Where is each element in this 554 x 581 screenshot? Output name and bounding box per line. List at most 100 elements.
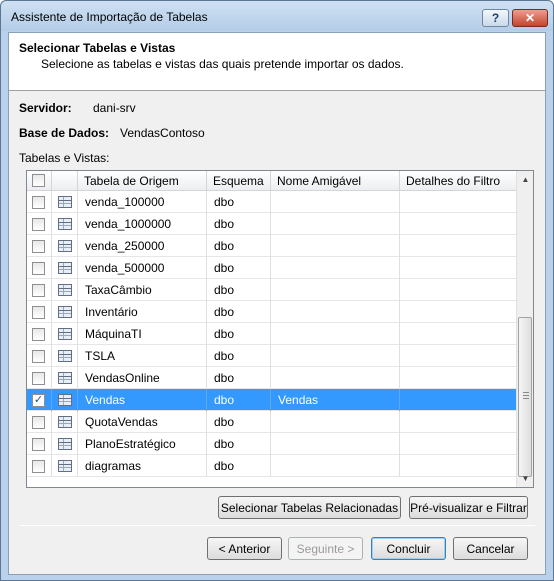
friendly-name-cell[interactable]	[271, 301, 400, 323]
source-table-cell: venda_500000	[78, 257, 207, 279]
grip-line	[523, 398, 529, 399]
preview-filter-label: Pré-visualizar e Filtrar	[410, 500, 527, 515]
close-button[interactable]: ✕	[512, 9, 548, 27]
page-title: Selecionar Tabelas e Vistas	[19, 41, 176, 55]
friendly-name-cell[interactable]	[271, 411, 400, 433]
row-checkbox[interactable]	[32, 196, 45, 209]
row-checkbox-cell	[27, 345, 52, 367]
table-row[interactable]: MáquinaTI dbo	[27, 323, 516, 345]
schema-cell: dbo	[207, 433, 271, 455]
help-button[interactable]: ?	[482, 9, 509, 27]
table-row[interactable]: QuotaVendas dbo	[27, 411, 516, 433]
filter-details-cell[interactable]	[400, 433, 516, 455]
scroll-up-icon[interactable]: ▲	[517, 171, 533, 188]
filter-details-cell[interactable]	[400, 323, 516, 345]
column-header-source[interactable]: Tabela de Origem	[78, 171, 207, 191]
source-table-cell: TSLA	[78, 345, 207, 367]
tables-grid[interactable]: Tabela de Origem Esquema Nome Amigável D…	[26, 170, 534, 488]
source-table-cell: diagramas	[78, 455, 207, 477]
scroll-thumb[interactable]	[518, 317, 532, 477]
row-checkbox-cell	[27, 213, 52, 235]
schema-cell: dbo	[207, 455, 271, 477]
select-all-checkbox[interactable]	[32, 174, 45, 187]
table-row[interactable]: PlanoEstratégico dbo	[27, 433, 516, 455]
filter-details-cell[interactable]	[400, 213, 516, 235]
source-table-cell: Vendas	[78, 389, 207, 411]
vertical-scrollbar[interactable]: ▲ ▼	[516, 171, 533, 487]
row-checkbox[interactable]	[32, 350, 45, 363]
table-icon	[58, 262, 72, 274]
friendly-name-cell[interactable]	[271, 433, 400, 455]
server-label: Servidor:	[19, 101, 72, 115]
column-header-friendly-name[interactable]: Nome Amigável	[271, 171, 400, 191]
row-checkbox-cell	[27, 367, 52, 389]
row-checkbox[interactable]	[32, 372, 45, 385]
table-row[interactable]: venda_500000 dbo	[27, 257, 516, 279]
row-checkbox[interactable]	[32, 284, 45, 297]
row-checkbox[interactable]	[32, 218, 45, 231]
table-row[interactable]: diagramas dbo	[27, 455, 516, 477]
friendly-name-cell[interactable]	[271, 455, 400, 477]
grip-line	[523, 395, 529, 396]
filter-details-cell[interactable]	[400, 279, 516, 301]
row-checkbox[interactable]	[32, 240, 45, 253]
row-icon-cell	[52, 323, 78, 345]
icon-column-header	[52, 171, 78, 191]
schema-cell: dbo	[207, 257, 271, 279]
row-checkbox-cell	[27, 301, 52, 323]
row-icon-cell	[52, 301, 78, 323]
filter-details-cell[interactable]	[400, 455, 516, 477]
column-header-schema[interactable]: Esquema	[207, 171, 271, 191]
filter-details-cell[interactable]	[400, 191, 516, 213]
database-label: Base de Dados:	[19, 126, 110, 140]
filter-details-cell[interactable]	[400, 367, 516, 389]
friendly-name-cell[interactable]	[271, 367, 400, 389]
table-row[interactable]: ✓ Vendas dbo Vendas	[27, 389, 516, 411]
table-row[interactable]: Inventário dbo	[27, 301, 516, 323]
table-row[interactable]: TSLA dbo	[27, 345, 516, 367]
filter-details-cell[interactable]	[400, 389, 516, 411]
row-checkbox[interactable]	[32, 416, 45, 429]
filter-details-cell[interactable]	[400, 411, 516, 433]
filter-details-cell[interactable]	[400, 301, 516, 323]
select-related-tables-label: Selecionar Tabelas Relacionadas	[220, 500, 399, 515]
friendly-name-cell[interactable]	[271, 213, 400, 235]
finish-button[interactable]: Concluir	[371, 537, 446, 560]
scroll-down-icon[interactable]: ▼	[517, 470, 533, 487]
cancel-button[interactable]: Cancelar	[453, 537, 528, 560]
friendly-name-cell[interactable]	[271, 323, 400, 345]
row-checkbox-cell	[27, 433, 52, 455]
friendly-name-cell[interactable]	[271, 345, 400, 367]
friendly-name-cell[interactable]	[271, 279, 400, 301]
filter-details-cell[interactable]	[400, 257, 516, 279]
select-related-tables-button[interactable]: Selecionar Tabelas Relacionadas	[218, 496, 401, 519]
filter-details-cell[interactable]	[400, 345, 516, 367]
source-table-cell: QuotaVendas	[78, 411, 207, 433]
friendly-name-cell[interactable]	[271, 235, 400, 257]
table-icon	[58, 328, 72, 340]
preview-filter-button[interactable]: Pré-visualizar e Filtrar	[409, 496, 528, 519]
row-checkbox[interactable]	[32, 306, 45, 319]
next-button[interactable]: Seguinte >	[288, 537, 363, 560]
row-icon-cell	[52, 279, 78, 301]
row-checkbox[interactable]	[32, 262, 45, 275]
friendly-name-cell[interactable]	[271, 257, 400, 279]
table-row[interactable]: venda_1000000 dbo	[27, 213, 516, 235]
table-row[interactable]: VendasOnline dbo	[27, 367, 516, 389]
wizard-header: Selecionar Tabelas e Vistas Selecione as…	[9, 33, 545, 91]
table-row[interactable]: venda_100000 dbo	[27, 191, 516, 213]
row-checkbox[interactable]	[32, 328, 45, 341]
row-checkbox[interactable]	[32, 460, 45, 473]
title-bar: Assistente de Importação de Tabelas ? ✕	[1, 1, 553, 31]
source-table-cell: MáquinaTI	[78, 323, 207, 345]
row-checkbox-cell	[27, 257, 52, 279]
filter-details-cell[interactable]	[400, 235, 516, 257]
friendly-name-cell[interactable]	[271, 191, 400, 213]
table-row[interactable]: venda_250000 dbo	[27, 235, 516, 257]
row-checkbox[interactable]: ✓	[32, 394, 45, 407]
table-row[interactable]: TaxaCâmbio dbo	[27, 279, 516, 301]
back-button[interactable]: < Anterior	[207, 537, 282, 560]
column-header-filter-details[interactable]: Detalhes do Filtro	[400, 171, 516, 191]
row-checkbox[interactable]	[32, 438, 45, 451]
friendly-name-cell[interactable]: Vendas	[271, 389, 400, 411]
